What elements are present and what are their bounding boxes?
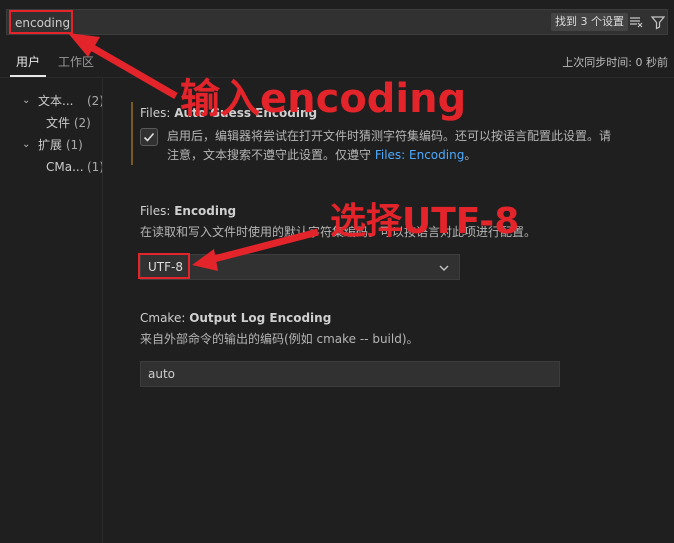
- annotation-input-label: 输入encoding: [180, 76, 467, 122]
- arrow-to-select: [209, 228, 319, 264]
- annotation-select-label: 选择UTF-8: [330, 201, 520, 242]
- arrow-head-search: [68, 33, 100, 57]
- arrow-head-select: [192, 249, 218, 271]
- arrow-to-search: [84, 40, 178, 100]
